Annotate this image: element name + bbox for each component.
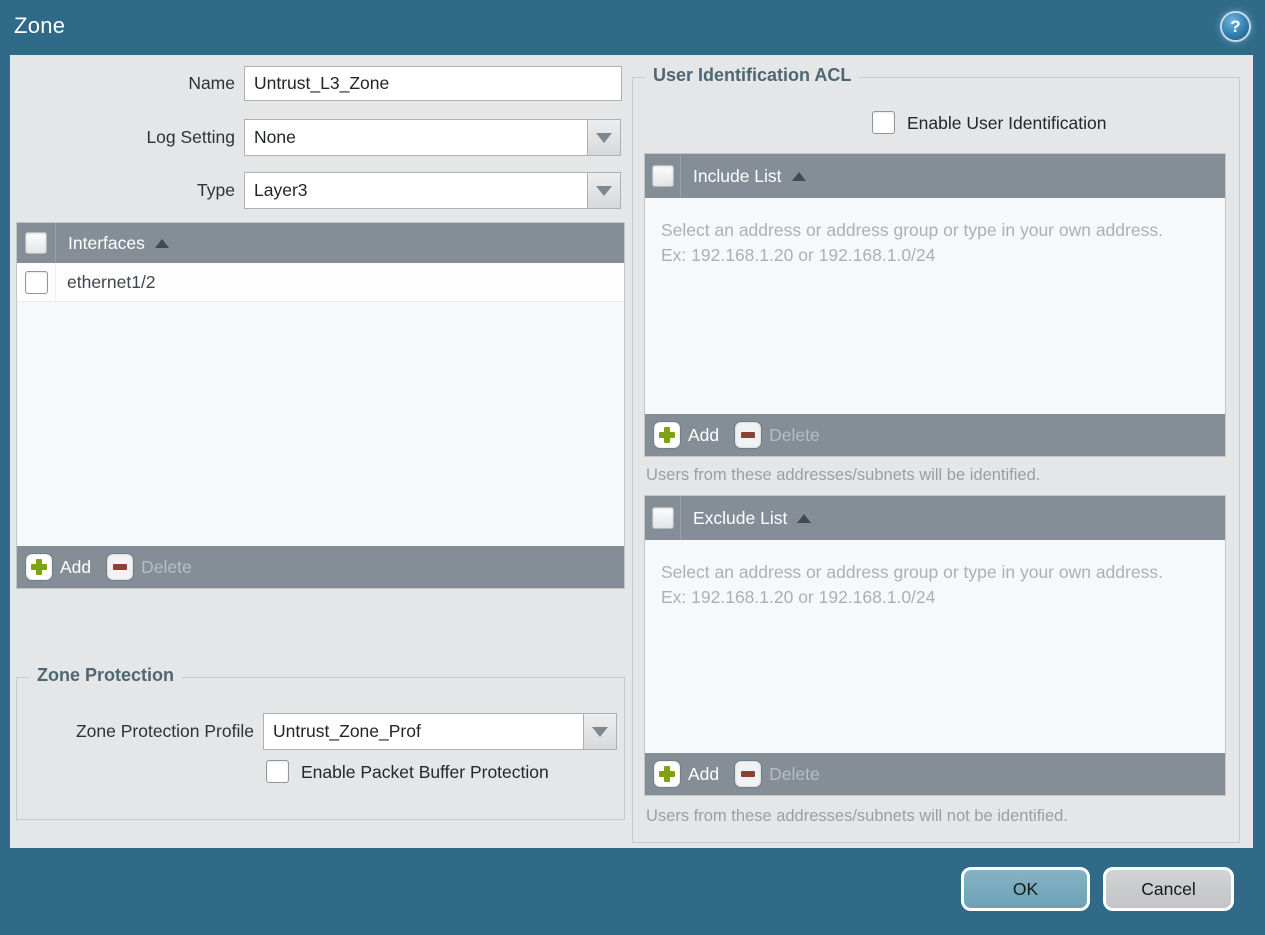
zone-protection-profile-label: Zone Protection Profile (75, 721, 254, 741)
name-field[interactable] (244, 66, 622, 101)
log-setting-value[interactable]: None (245, 120, 587, 155)
chevron-down-icon (596, 132, 612, 143)
enable-user-identification-label: Enable User Identification (907, 113, 1107, 133)
include-select-all-checkbox[interactable] (651, 165, 674, 187)
zone-dialog: Zone ? Name Log Setting None Type Layer3 (0, 0, 1265, 935)
exclude-list-header-label: Exclude List (693, 507, 788, 528)
enable-user-identification-checkbox[interactable] (872, 111, 895, 134)
include-header-checkbox-cell (645, 154, 681, 198)
include-add-button[interactable]: Add (654, 422, 719, 448)
zone-protection-profile-select[interactable]: Untrust_Zone_Prof (263, 713, 617, 750)
exclude-list-table: Exclude List Select an address or addres… (644, 495, 1226, 796)
interfaces-header-label: Interfaces (68, 232, 145, 253)
plus-icon (26, 554, 52, 580)
include-list-body[interactable]: Select an address or address group or ty… (645, 198, 1225, 414)
interfaces-header-row[interactable]: Interfaces (17, 223, 624, 263)
sort-ascending-icon (791, 171, 806, 181)
zone-protection-legend: Zone Protection (29, 665, 183, 686)
exclude-delete-button[interactable]: Delete (735, 761, 820, 787)
zone-protection-profile-value[interactable]: Untrust_Zone_Prof (264, 714, 583, 749)
type-value[interactable]: Layer3 (245, 173, 587, 208)
interfaces-header-checkbox-cell (17, 223, 56, 263)
interfaces-add-button[interactable]: Add (26, 554, 91, 580)
sort-ascending-icon (154, 238, 169, 248)
interfaces-table-body: ethernet1/2 (17, 263, 624, 546)
user-identification-legend: User Identification ACL (645, 65, 860, 86)
ok-button[interactable]: OK (961, 867, 1090, 911)
interface-row-checkbox[interactable] (24, 270, 48, 294)
interface-row[interactable]: ethernet1/2 (17, 263, 624, 302)
include-list-header-label: Include List (693, 165, 782, 186)
minus-icon (735, 761, 762, 787)
zone-protection-profile-dropdown-button[interactable] (583, 714, 616, 749)
exclude-list-header-row[interactable]: Exclude List (645, 496, 1225, 540)
log-setting-dropdown-button[interactable] (587, 120, 620, 155)
exclude-list-body[interactable]: Select an address or address group or ty… (645, 540, 1225, 753)
type-label: Type (197, 180, 235, 200)
help-icon[interactable]: ? (1222, 13, 1249, 40)
plus-icon (654, 761, 680, 787)
type-dropdown-button[interactable] (587, 173, 620, 208)
exclude-list-caption: Users from these addresses/subnets will … (646, 807, 1068, 825)
exclude-list-placeholder: Select an address or address group or ty… (661, 562, 1163, 607)
cancel-button[interactable]: Cancel (1103, 867, 1234, 911)
minus-icon (107, 554, 134, 580)
plus-icon (654, 422, 680, 448)
include-list-table: Include List Select an address or addres… (644, 153, 1226, 457)
exclude-list-toolbar: Add Delete (645, 753, 1225, 795)
log-setting-select[interactable]: None (244, 119, 621, 156)
log-setting-label: Log Setting (146, 127, 235, 147)
dialog-panel: Name Log Setting None Type Layer3 (10, 55, 1253, 848)
interfaces-toolbar: Add Delete (17, 546, 624, 588)
packet-buffer-protection-label: Enable Packet Buffer Protection (301, 762, 549, 782)
minus-icon (735, 422, 762, 448)
interface-row-checkbox-cell (17, 263, 56, 301)
title-bar: Zone ? (0, 0, 1265, 55)
include-list-toolbar: Add Delete (645, 414, 1225, 456)
include-delete-button[interactable]: Delete (735, 422, 820, 448)
chevron-down-icon (592, 726, 608, 737)
interfaces-select-all-checkbox[interactable] (25, 232, 47, 254)
include-list-placeholder: Select an address or address group or ty… (661, 220, 1163, 265)
exclude-add-button[interactable]: Add (654, 761, 719, 787)
dialog-title: Zone (14, 13, 66, 38)
interface-name: ethernet1/2 (67, 271, 156, 292)
zone-protection-fieldset: Zone Protection Zone Protection Profile … (16, 665, 625, 820)
interfaces-table: Interfaces ethernet1/2 Add Delete (16, 222, 625, 589)
type-select[interactable]: Layer3 (244, 172, 621, 209)
sort-ascending-icon (797, 513, 812, 523)
interfaces-delete-button[interactable]: Delete (107, 554, 192, 580)
include-list-header-row[interactable]: Include List (645, 154, 1225, 198)
exclude-header-checkbox-cell (645, 496, 681, 540)
chevron-down-icon (596, 185, 612, 196)
packet-buffer-protection-checkbox[interactable] (266, 760, 289, 783)
user-identification-fieldset: User Identification ACL Enable User Iden… (632, 65, 1240, 843)
include-list-caption: Users from these addresses/subnets will … (646, 466, 1041, 484)
name-label: Name (188, 73, 235, 93)
exclude-select-all-checkbox[interactable] (651, 507, 674, 529)
